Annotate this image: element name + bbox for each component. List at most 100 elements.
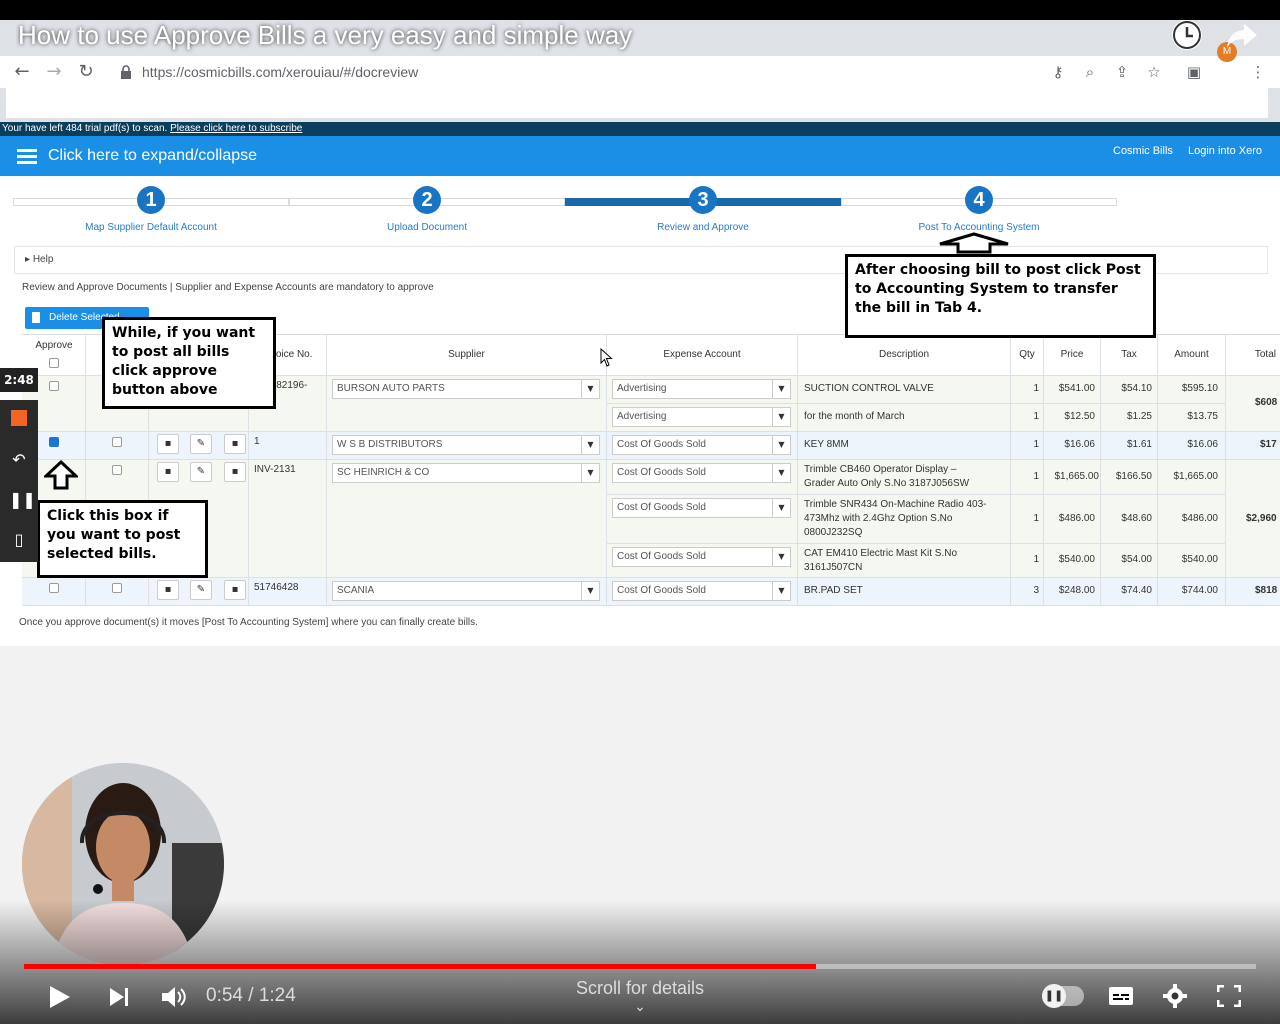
- undo-icon[interactable]: ↶: [9, 450, 29, 470]
- step-3-label[interactable]: Review and Approve: [657, 222, 749, 233]
- edit-icon[interactable]: ✎: [190, 434, 212, 454]
- step-1-circle[interactable]: 1: [137, 186, 165, 214]
- expense-select[interactable]: Cost Of Goods Sold ▼: [612, 547, 791, 567]
- edit-icon[interactable]: ✎: [190, 580, 212, 600]
- qty: 3: [1033, 585, 1039, 596]
- expense-select[interactable]: Cost Of Goods Sold ▼: [612, 581, 791, 601]
- supplier-select[interactable]: BURSON AUTO PARTS ▼: [332, 379, 600, 399]
- chevron-down-icon: ▼: [772, 582, 790, 600]
- expand-collapse-toggle[interactable]: Click here to expand/collapse: [48, 147, 257, 165]
- recording-timer: 2:48: [0, 368, 38, 392]
- description: CAT EM410 Electric Mast Kit S.No 3161J507…: [804, 547, 957, 575]
- zoom-icon[interactable]: ⌕: [1080, 62, 1100, 82]
- stop-icon[interactable]: [11, 410, 27, 426]
- trash-icon[interactable]: ▪: [224, 462, 246, 482]
- expense-select[interactable]: Cost Of Goods Sold ▼: [612, 435, 791, 455]
- fullscreen-icon[interactable]: [1217, 985, 1241, 1007]
- price: $12.50: [1064, 411, 1095, 422]
- step-1-label[interactable]: Map Supplier Default Account: [85, 222, 217, 233]
- expense-select[interactable]: Advertising ▼: [612, 379, 791, 399]
- supplier-select[interactable]: W S B DISTRIBUTORS ▼: [332, 435, 600, 455]
- nav-login-xero[interactable]: Login into Xero: [1188, 145, 1262, 157]
- settings-gear-icon[interactable]: [1163, 984, 1187, 1008]
- pause-icon[interactable]: ❚❚: [9, 490, 36, 510]
- approve-checkbox-checked[interactable]: [49, 437, 59, 447]
- recording-toolbar: ↶ ❚❚ ▯: [0, 400, 38, 562]
- row-divider: [606, 494, 1226, 495]
- supplier-value: SC HEINRICH & CO: [337, 467, 430, 478]
- video-title[interactable]: How to use Approve Bills a very easy and…: [18, 20, 632, 51]
- expense-select[interactable]: Cost Of Goods Sold ▼: [612, 463, 791, 483]
- progress-bar[interactable]: [24, 964, 1256, 969]
- autoplay-toggle[interactable]: ❚❚: [1042, 984, 1084, 1008]
- col-header-price: Price: [1044, 335, 1100, 375]
- qty: 1: [1033, 383, 1039, 394]
- step-4-circle[interactable]: 4: [965, 186, 993, 214]
- qty: 1: [1033, 439, 1039, 450]
- nav-cosmic-bills[interactable]: Cosmic Bills: [1113, 145, 1173, 157]
- scroll-for-details[interactable]: Scroll for details: [0, 978, 1280, 999]
- chevron-down-icon[interactable]: ⌄: [632, 1000, 648, 1014]
- step-3-circle[interactable]: 3: [689, 186, 717, 214]
- approve-all-checkbox[interactable]: [49, 358, 59, 368]
- bookmark-star-icon[interactable]: ☆: [1144, 62, 1164, 82]
- expense-select[interactable]: Cost Of Goods Sold ▼: [612, 498, 791, 518]
- description-line: CAT EM410 Electric Mast Kit S.No: [804, 548, 958, 559]
- price: $248.00: [1058, 585, 1095, 596]
- approve-checkbox[interactable]: [49, 381, 59, 391]
- expense-value: Advertising: [617, 411, 667, 422]
- tax: $54.00: [1121, 554, 1152, 565]
- row-divider: [22, 577, 1280, 578]
- chevron-down-icon: ▼: [581, 436, 599, 454]
- chevron-down-icon: ▼: [772, 380, 790, 398]
- step-2-circle[interactable]: 2: [413, 186, 441, 214]
- amount: $744.00: [1181, 585, 1218, 596]
- trash-icon[interactable]: ▪: [224, 434, 246, 454]
- address-bar[interactable]: https://cosmicbills.com/xerouiau/#/docre…: [142, 64, 418, 80]
- key-icon[interactable]: ⚷: [1048, 62, 1068, 82]
- tax: $54.10: [1121, 383, 1152, 394]
- supplier-select[interactable]: SCANIA ▼: [332, 581, 600, 601]
- watch-later-icon[interactable]: [1172, 20, 1202, 50]
- reload-icon[interactable]: ↻: [76, 62, 96, 82]
- pause-icon: ❚❚: [1042, 984, 1066, 1008]
- video-frame[interactable]: ← → ↻ https://cosmicbills.com/xerouiau/#…: [0, 0, 1280, 1024]
- share-page-icon[interactable]: ⇪: [1112, 62, 1132, 82]
- document-icon[interactable]: ▪: [157, 434, 179, 454]
- subtitles-icon[interactable]: [1108, 986, 1134, 1006]
- delete-checkbox[interactable]: [112, 583, 122, 593]
- up-arrow-icon: [939, 232, 1009, 254]
- hamburger-icon[interactable]: [17, 149, 37, 165]
- trash-icon[interactable]: ▪: [224, 580, 246, 600]
- menu-kebab-icon[interactable]: ⋮: [1248, 62, 1268, 82]
- address-row: ← → ↻ https://cosmicbills.com/xerouiau/#…: [0, 56, 1280, 88]
- document-icon[interactable]: ▪: [157, 580, 179, 600]
- description: for the month of March: [804, 411, 905, 422]
- forward-icon[interactable]: →: [44, 62, 64, 82]
- sidebar-icon[interactable]: ▣: [1184, 62, 1204, 82]
- edit-icon[interactable]: ✎: [190, 462, 212, 482]
- document-icon[interactable]: ▪: [157, 462, 179, 482]
- delete-checkbox[interactable]: [112, 437, 122, 447]
- row-divider: [22, 605, 1280, 606]
- share-icon[interactable]: [1226, 22, 1258, 50]
- step-2-label[interactable]: Upload Document: [387, 222, 467, 233]
- description-line: 3161J507CN: [804, 562, 863, 573]
- delete-checkbox[interactable]: [112, 465, 122, 475]
- delete-recording-icon[interactable]: ▯: [9, 530, 29, 550]
- col-header-tax: Tax: [1101, 335, 1157, 375]
- supplier-select[interactable]: SC HEINRICH & CO ▼: [332, 463, 600, 483]
- expense-value: Cost Of Goods Sold: [617, 585, 706, 596]
- help-toggle[interactable]: ▸ Help: [25, 254, 53, 265]
- amount: $486.00: [1181, 513, 1218, 524]
- expense-select[interactable]: Advertising ▼: [612, 407, 791, 427]
- description: KEY 8MM: [804, 439, 849, 450]
- approve-checkbox[interactable]: [49, 583, 59, 593]
- expense-value: Cost Of Goods Sold: [617, 551, 706, 562]
- back-icon[interactable]: ←: [12, 62, 32, 82]
- row-total: $2,960: [1246, 513, 1277, 524]
- trial-banner: Your have left 484 trial pdf(s) to scan.…: [0, 122, 1280, 136]
- description-line: Grader Auto Only S.No 3187J056SW: [804, 478, 970, 489]
- subscribe-link[interactable]: Please click here to subscribe: [170, 123, 302, 134]
- col-approve-label: Approve: [35, 340, 73, 351]
